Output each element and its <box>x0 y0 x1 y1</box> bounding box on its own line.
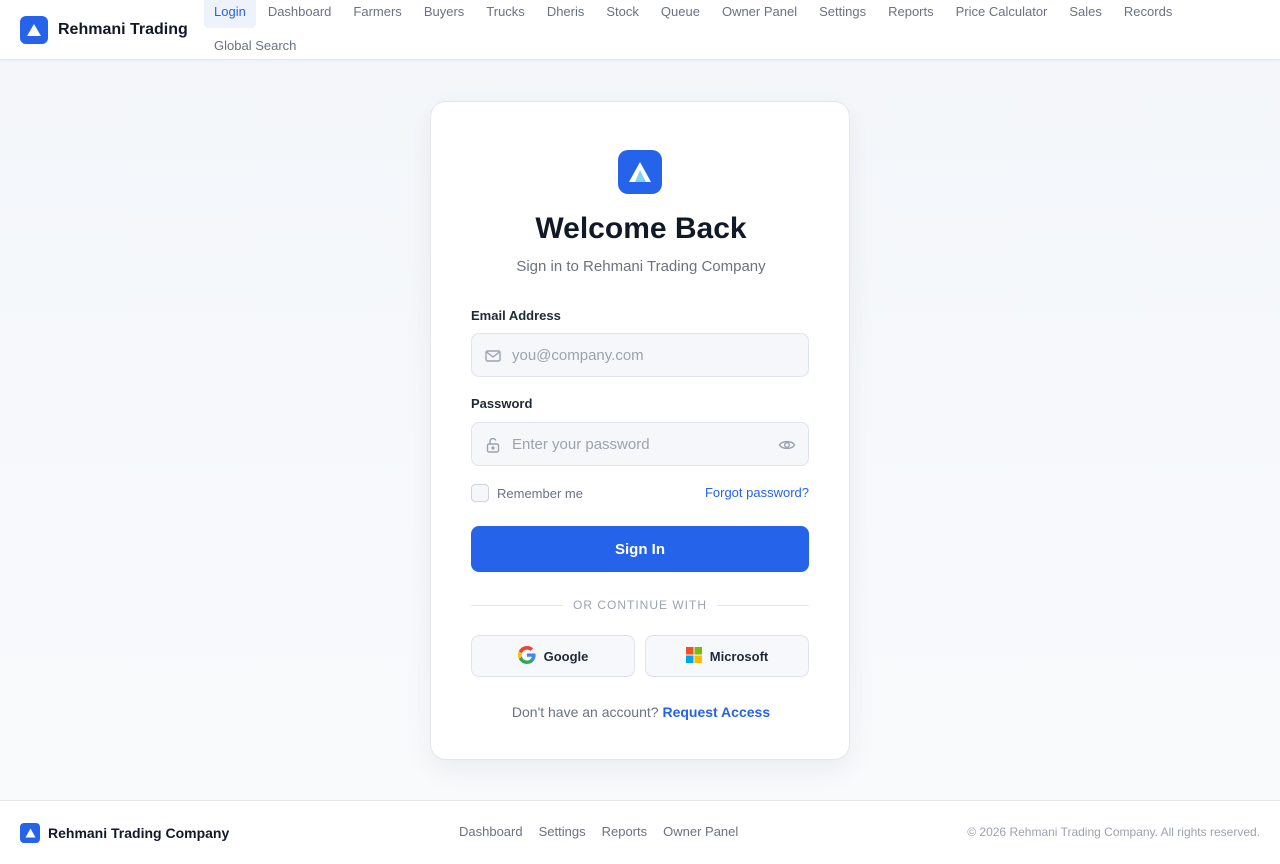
page-subtitle: Sign in to Rehmani Trading Company <box>516 258 766 275</box>
forgot-password-link[interactable]: Forgot password? <box>705 485 809 500</box>
microsoft-label: Microsoft <box>709 648 769 664</box>
nav-item-queue[interactable]: Queue <box>651 0 710 28</box>
nav-item-stock[interactable]: Stock <box>596 0 649 28</box>
footer-company-name: Rehmani Trading Company <box>48 825 230 841</box>
mail-icon <box>484 347 502 365</box>
nav-item-farmers[interactable]: Farmers <box>343 0 411 28</box>
remember-me[interactable]: Remember me <box>471 484 583 502</box>
microsoft-icon <box>685 646 702 666</box>
footer-link-reports[interactable]: Reports <box>602 824 648 839</box>
google-signin-button[interactable]: Google <box>471 635 635 677</box>
remember-label: Remember me <box>497 485 583 501</box>
sign-in-button[interactable]: Sign In <box>471 526 809 572</box>
password-field[interactable] <box>471 422 809 466</box>
email-input[interactable] <box>512 334 772 376</box>
login-card: Welcome Back Sign in to Rehmani Trading … <box>430 101 850 760</box>
remember-checkbox[interactable] <box>471 484 489 502</box>
copyright: © 2026 Rehmani Trading Company. All righ… <box>967 825 1260 839</box>
nav-item-dashboard[interactable]: Dashboard <box>258 0 342 28</box>
nav-item-price-calculator[interactable]: Price Calculator <box>946 0 1058 28</box>
mountain-logo-icon <box>20 823 40 843</box>
request-access-link[interactable]: Request Access <box>662 704 770 720</box>
nav-item-login[interactable]: Login <box>204 0 256 28</box>
nav-item-sales[interactable]: Sales <box>1059 0 1112 28</box>
microsoft-signin-button[interactable]: Microsoft <box>645 635 809 677</box>
brand-name: Rehmani Trading <box>58 21 188 38</box>
nav-item-reports[interactable]: Reports <box>878 0 944 28</box>
google-icon <box>517 645 536 667</box>
footer-link-dashboard[interactable]: Dashboard <box>459 824 523 839</box>
footer-link-settings[interactable]: Settings <box>539 824 586 839</box>
footer-links: Dashboard Settings Reports Owner Panel <box>459 824 738 839</box>
no-account-text: Don't have an account? <box>511 704 659 720</box>
lock-icon <box>484 436 502 454</box>
mountain-logo-icon <box>20 16 48 44</box>
password-input[interactable] <box>512 423 772 465</box>
eye-icon[interactable] <box>778 436 796 454</box>
brand[interactable]: Rehmani Trading <box>20 16 188 44</box>
footer: Rehmani Trading Company Dashboard Settin… <box>0 800 1280 864</box>
nav-item-owner-panel[interactable]: Owner Panel <box>712 0 807 28</box>
nav-item-buyers[interactable]: Buyers <box>414 0 474 28</box>
request-access-row: Don't have an account? Request Access <box>431 704 851 720</box>
password-label: Password <box>471 396 533 411</box>
divider: OR CONTINUE WITH <box>471 598 809 614</box>
nav-item-trucks[interactable]: Trucks <box>476 0 535 28</box>
nav-item-dheris[interactable]: Dheris <box>537 0 595 28</box>
email-field[interactable] <box>471 333 809 377</box>
nav-item-global-search[interactable]: Global Search <box>204 34 306 62</box>
footer-brand: Rehmani Trading Company <box>20 823 229 843</box>
google-label: Google <box>543 648 589 664</box>
footer-link-owner-panel[interactable]: Owner Panel <box>663 824 738 839</box>
mountain-logo-icon <box>618 150 662 194</box>
nav-item-records[interactable]: Records <box>1114 0 1182 28</box>
email-label: Email Address <box>471 308 561 323</box>
top-navbar: Rehmani Trading Login Dashboard Farmers … <box>0 0 1280 60</box>
main-nav: Login Dashboard Farmers Buyers Trucks Dh… <box>204 0 1264 62</box>
nav-item-settings[interactable]: Settings <box>809 0 876 28</box>
page-title: Welcome Back <box>535 212 747 245</box>
